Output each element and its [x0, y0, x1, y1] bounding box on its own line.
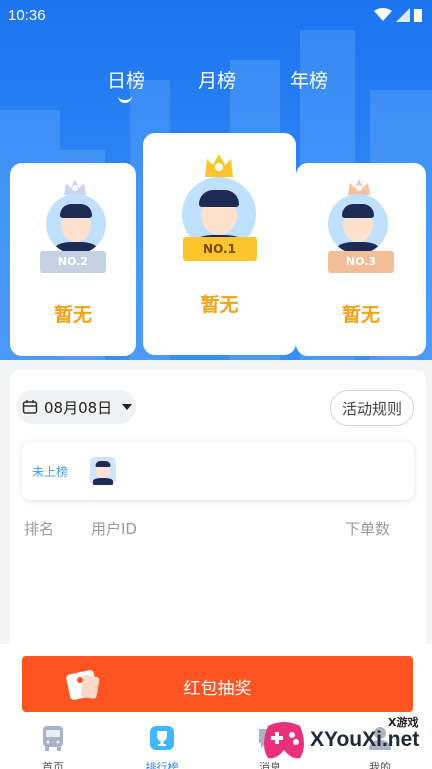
nav-item-ranking[interactable]: 排行榜 — [132, 724, 192, 769]
site-watermark: X游戏 XYouXi.net — [258, 712, 432, 769]
column-header-orders: 下单数 — [345, 520, 391, 538]
red-packet-lottery-button[interactable]: 红包抽奖 — [22, 656, 413, 712]
avatar — [328, 194, 388, 254]
watermark-site: XYouXi.net — [310, 728, 420, 751]
signal-icon — [396, 8, 410, 22]
wifi-icon — [374, 8, 392, 21]
first-place-name: 暂无 — [200, 294, 239, 316]
nav-item-home[interactable]: 首页 — [23, 724, 83, 769]
status-bar: 10:36 — [0, 0, 432, 32]
nav-label-home: 首页 — [42, 761, 64, 769]
red-packet-label: 红包抽奖 — [183, 679, 252, 699]
tab-daily[interactable]: 日榜 — [107, 66, 145, 93]
status-time: 10:36 — [8, 7, 46, 24]
avatar — [90, 457, 116, 485]
my-rank-status: 未上榜 — [32, 465, 69, 479]
podium-card-first[interactable]: NO.1 暂无 — [143, 133, 296, 355]
second-place-name: 暂无 — [53, 304, 92, 326]
nav-label-ranking: 排行榜 — [145, 761, 179, 769]
gamepad-logo-icon — [264, 722, 304, 759]
period-tabs: 日榜 月榜 年榜 — [0, 66, 432, 106]
column-header-rank: 排名 — [24, 520, 55, 538]
tab-yearly[interactable]: 年榜 — [290, 66, 328, 93]
avatar — [46, 194, 106, 254]
rank-badge-third: NO.3 — [328, 251, 394, 273]
tab-monthly[interactable]: 月榜 — [198, 66, 236, 93]
rank-badge-second: NO.2 — [40, 251, 106, 273]
battery-icon — [414, 9, 422, 22]
rank-badge-first: NO.1 — [182, 237, 257, 261]
caret-down-icon — [122, 404, 133, 410]
date-picker[interactable]: 08月08日 — [16, 390, 136, 424]
trophy-icon — [150, 726, 174, 750]
column-header-user-id: 用户ID — [91, 520, 137, 538]
gold-crown-icon — [205, 154, 233, 177]
podium-card-third[interactable]: NO.3 暂无 — [296, 163, 426, 356]
calendar-icon — [22, 400, 38, 414]
active-tab-indicator — [118, 96, 132, 103]
podium-card-second[interactable]: NO.2 暂无 — [10, 163, 136, 356]
activity-rules-button[interactable]: 活动规则 — [330, 390, 414, 426]
my-rank-row: 未上榜 — [22, 442, 414, 500]
bus-icon — [43, 726, 63, 751]
status-icons — [374, 8, 422, 22]
date-value: 08月08日 — [44, 398, 113, 417]
third-place-name: 暂无 — [341, 304, 380, 326]
